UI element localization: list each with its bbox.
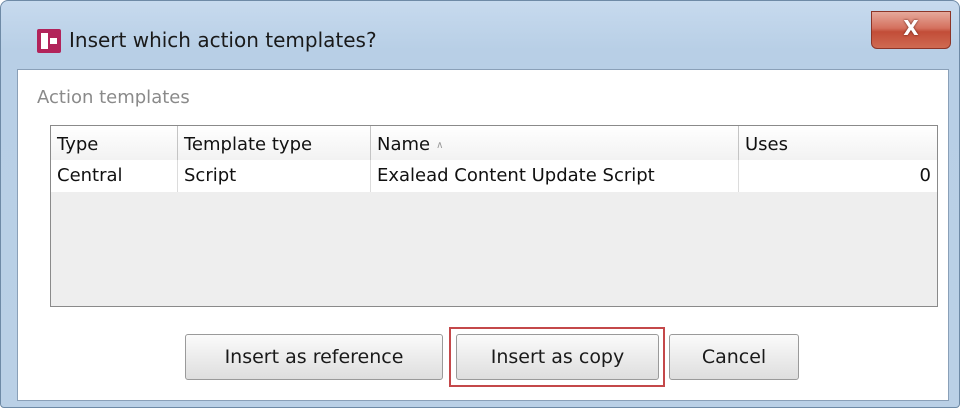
- sort-ascending-icon: ∧: [436, 140, 444, 151]
- cell-name: Exalead Content Update Script: [371, 160, 739, 192]
- column-header-label: Type: [57, 134, 99, 155]
- column-header-label: Uses: [745, 134, 789, 155]
- action-templates-table: Type Template type Name ∧ Uses Central Sc…: [50, 125, 938, 307]
- table-header: Type Template type Name ∧ Uses: [51, 126, 937, 161]
- column-header-label: Name: [377, 134, 431, 155]
- close-button[interactable]: X: [871, 11, 951, 49]
- dialog-title: Insert which action templates?: [69, 28, 377, 52]
- column-header-label: Template type: [184, 134, 313, 155]
- title-bar[interactable]: Insert which action templates? X: [1, 1, 959, 67]
- column-header-uses[interactable]: Uses: [739, 126, 937, 160]
- cell-uses: 0: [919, 165, 931, 186]
- table-row[interactable]: Central Script Exalead Content Update Sc…: [51, 160, 937, 192]
- group-label: Action templates: [37, 87, 190, 108]
- column-header-template-type[interactable]: Template type: [178, 126, 371, 160]
- insert-as-reference-button[interactable]: Insert as reference: [185, 334, 443, 380]
- highlight-frame: [449, 327, 665, 387]
- column-header-type[interactable]: Type: [51, 126, 178, 160]
- app-logo-icon: [37, 29, 61, 53]
- cell-type: Central: [51, 160, 178, 192]
- cell-template-type: Script: [178, 160, 371, 192]
- close-icon: X: [903, 16, 919, 40]
- column-header-name[interactable]: Name ∧: [371, 126, 739, 160]
- cancel-button[interactable]: Cancel: [669, 334, 799, 380]
- dialog-window: Insert which action templates? X Action …: [0, 0, 960, 408]
